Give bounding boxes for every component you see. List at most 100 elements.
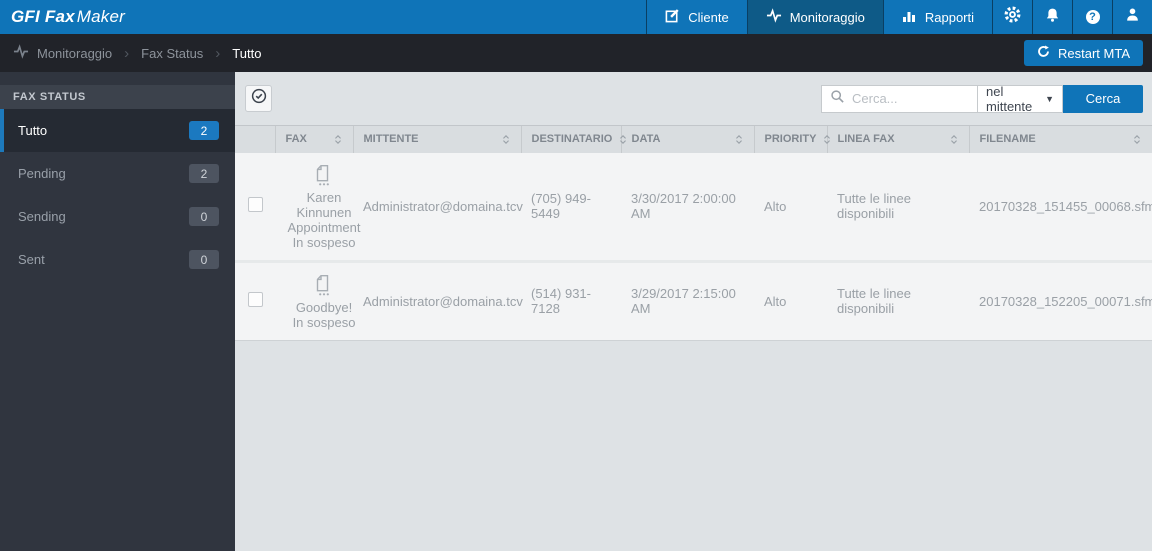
gfi-faxmaker-app: GFI Fax Maker Cliente Monitoraggio Rappor… [0, 0, 1152, 551]
tab-label: Monitoraggio [789, 9, 865, 25]
select-all-button[interactable] [245, 85, 272, 112]
column-header-linea-fax[interactable]: LINEA FAX [826, 125, 969, 153]
cell-linea-fax: Tutte le linee disponibili [827, 261, 969, 340]
search-input[interactable] [845, 91, 977, 106]
column-header-data[interactable]: DATA [620, 125, 754, 153]
breadcrumb-bar: Monitoraggio › Fax Status › Tutto Restar… [0, 34, 1152, 72]
breadcrumb-label: Fax Status [141, 45, 204, 61]
logo-text-light: Maker [76, 7, 125, 26]
table-row[interactable]: Goodbye! In sospeso Administrator@domain… [235, 261, 1152, 340]
sort-icon [620, 134, 627, 144]
fax-document-icon [314, 164, 334, 190]
chevron-down-icon: ▼ [1045, 93, 1054, 104]
column-label: LINEA FAX [837, 133, 895, 146]
settings-button[interactable] [992, 0, 1032, 34]
chevron-right-icon: › [124, 44, 130, 62]
fax-document-icon [314, 274, 334, 300]
refresh-icon [1037, 45, 1050, 61]
cell-filename: 20170328_151455_00068.sfm [969, 152, 1152, 261]
content-area: FAX STATUS Tutto 2 Pending 2 Sending 0 S… [0, 72, 1152, 551]
column-label: MITTENTE [363, 133, 419, 146]
sidebar-item-label: Sent [18, 252, 45, 267]
sort-icon [334, 134, 341, 144]
user-icon [1125, 7, 1140, 27]
count-badge: 2 [189, 121, 219, 140]
cell-priority: Alto [754, 152, 827, 261]
search-controls: nel mittente ▼ Cerca [821, 84, 1143, 114]
count-badge: 0 [189, 250, 219, 269]
sidebar-item-label: Sending [18, 209, 66, 224]
column-label: DESTINATARIO [531, 133, 613, 146]
cell-destinatario: (705) 949-5449 [521, 152, 621, 261]
breadcrumb-label: Monitoraggio [37, 45, 113, 61]
cell-data: 3/30/2017 2:00:00 AM [621, 152, 754, 261]
column-header-filename[interactable]: FILENAME [968, 125, 1152, 153]
search-field [821, 84, 977, 113]
column-header-priority[interactable]: PRIORITY [753, 125, 831, 153]
cell-mittente: Administrator@domaina.tcv [353, 261, 523, 340]
restart-mta-button[interactable]: Restart MTA [1024, 40, 1143, 66]
cell-destinatario: (514) 931-7128 [521, 261, 621, 340]
table-row[interactable]: Karen Kinnunen Appointment In sospeso Ad… [235, 152, 1152, 261]
breadcrumb-label: Tutto [232, 45, 262, 61]
count-badge: 0 [189, 207, 219, 226]
sidebar-item-label: Pending [18, 166, 66, 181]
sidebar-item-sending[interactable]: Sending 0 [0, 195, 235, 238]
cell-priority: Alto [754, 261, 827, 340]
bell-icon [1045, 7, 1060, 28]
sort-icon [735, 134, 742, 144]
tab-rapporti[interactable]: Rapporti [882, 0, 992, 34]
edit-icon [665, 8, 680, 26]
column-label: FILENAME [979, 133, 1036, 146]
list-toolbar: nel mittente ▼ Cerca [235, 72, 1152, 125]
sidebar-header: FAX STATUS [0, 85, 235, 109]
bar-chart-icon [902, 9, 917, 26]
count-badge: 2 [189, 164, 219, 183]
circled-check-icon [251, 88, 267, 109]
pulse-icon [766, 8, 782, 26]
row-checkbox[interactable] [247, 197, 263, 212]
sort-icon [502, 134, 509, 144]
search-icon [830, 89, 845, 109]
user-button[interactable] [1112, 0, 1152, 34]
restart-mta-label: Restart MTA [1058, 45, 1130, 61]
cell-linea-fax: Tutte le linee disponibili [827, 152, 969, 261]
app-logo: GFI Fax Maker [0, 0, 125, 34]
sidebar-item-label: Tutto [18, 123, 48, 138]
sort-icon [950, 134, 957, 144]
fax-list-main: nel mittente ▼ Cerca FAX [235, 72, 1152, 551]
column-header-mittente[interactable]: MITTENTE [352, 125, 521, 153]
column-label: FAX [285, 133, 307, 146]
breadcrumb-subsection[interactable]: Fax Status [141, 46, 203, 61]
column-header-fax[interactable]: FAX [274, 125, 353, 153]
breadcrumb-current-page: Tutto [232, 46, 261, 61]
tab-cliente[interactable]: Cliente [646, 0, 746, 34]
fax-table: FAX MITTENTE DESTINATARIO DATA PRIORITY [235, 125, 1152, 341]
cell-data: 3/29/2017 2:15:00 AM [621, 261, 754, 340]
column-header-checkbox [235, 125, 275, 153]
cell-filename: 20170328_152205_00071.sfm [969, 261, 1152, 340]
top-navigation-bar: GFI Fax Maker Cliente Monitoraggio Rappor… [0, 0, 1152, 34]
search-scope-select[interactable]: nel mittente ▼ [977, 84, 1063, 114]
row-checkbox[interactable] [247, 292, 263, 307]
search-button[interactable]: Cerca [1063, 84, 1143, 113]
breadcrumb-section[interactable]: Monitoraggio [13, 44, 112, 62]
gear-icon [1004, 6, 1021, 28]
column-label: PRIORITY [764, 133, 817, 146]
logo-text-bold: GFI Fax [11, 7, 75, 26]
sort-icon [1134, 134, 1140, 144]
notifications-button[interactable] [1032, 0, 1072, 34]
column-header-destinatario[interactable]: DESTINATARIO [520, 125, 627, 153]
pulse-icon [13, 44, 29, 62]
tab-monitoraggio[interactable]: Monitoraggio [746, 0, 883, 34]
tab-label: Cliente [688, 9, 729, 25]
chevron-right-icon: › [215, 44, 221, 62]
cell-mittente: Administrator@domaina.tcv [353, 152, 523, 261]
help-button[interactable]: ? [1072, 0, 1112, 34]
sort-icon [824, 134, 831, 144]
sidebar-item-tutto[interactable]: Tutto 2 [0, 109, 235, 152]
sidebar-item-sent[interactable]: Sent 0 [0, 238, 235, 281]
fax-status-sidebar: FAX STATUS Tutto 2 Pending 2 Sending 0 S… [0, 72, 235, 551]
top-nav-tabs: Cliente Monitoraggio Rapporti ? [646, 0, 1152, 34]
sidebar-item-pending[interactable]: Pending 2 [0, 152, 235, 195]
